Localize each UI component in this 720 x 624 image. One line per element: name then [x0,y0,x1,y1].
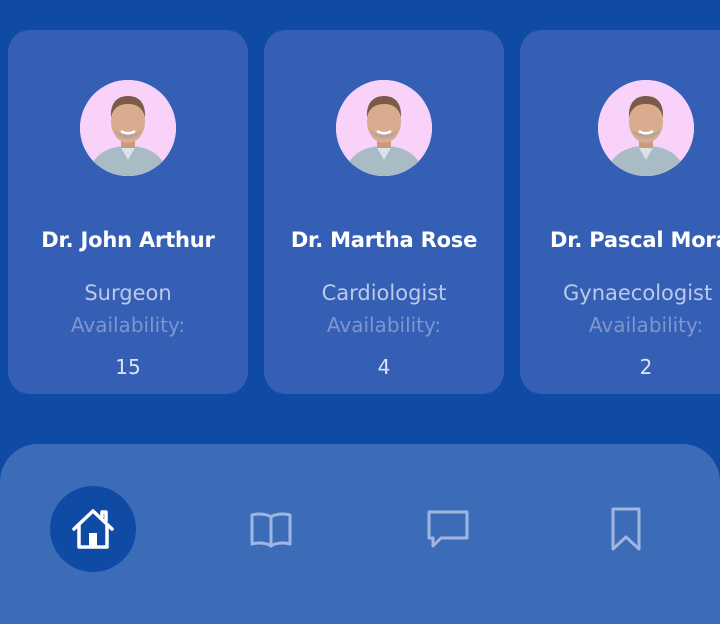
nav-library-button[interactable] [228,486,314,572]
availability-value: 15 [115,355,141,379]
doctor-name: Dr. Pascal Mora [550,228,720,252]
doctor-card[interactable]: Dr. Martha Rose Cardiologist Availabilit… [264,30,504,394]
book-icon [247,505,295,553]
availability-label: Availability: [326,313,442,337]
doctor-avatar [598,80,694,176]
doctor-name: Dr. John Arthur [41,228,215,252]
home-icon [69,505,117,553]
doctor-card[interactable]: Dr. John Arthur Surgeon Availability: 15 [8,30,248,394]
doctor-specialty: Surgeon [84,281,172,305]
availability-value: 4 [377,355,391,379]
bookmark-icon [602,505,650,553]
nav-bookmarks-button[interactable] [583,486,669,572]
doctor-specialty: Gynaecologist [563,281,713,305]
doctor-specialty: Cardiologist [321,281,447,305]
availability-value: 2 [639,355,653,379]
doctor-name: Dr. Martha Rose [290,228,478,252]
doctor-avatar [336,80,432,176]
doctor-avatar [80,80,176,176]
doctor-cards-row: Dr. John Arthur Surgeon Availability: 15… [0,0,720,420]
chat-icon [424,505,472,553]
availability-label: Availability: [70,313,186,337]
doctor-card[interactable]: Dr. Pascal Mora Gynaecologist Availabili… [520,30,720,394]
nav-messages-button[interactable] [405,486,491,572]
availability-label: Availability: [588,313,704,337]
bottom-navigation-bar [0,444,720,624]
nav-home-button[interactable] [50,486,136,572]
